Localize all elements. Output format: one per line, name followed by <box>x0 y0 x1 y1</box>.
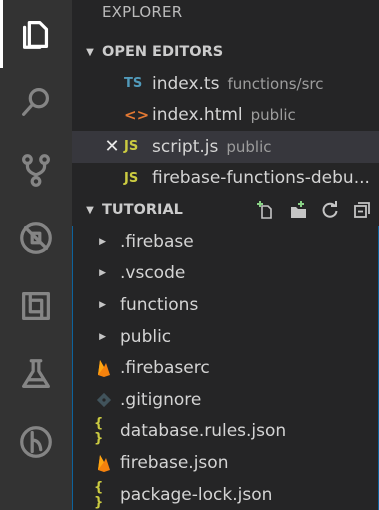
debug-button[interactable] <box>0 204 72 272</box>
open-editor-item[interactable]: JS firebase-functions-debu... <box>72 163 379 195</box>
folder-item[interactable]: ▶ .firebase <box>72 226 379 258</box>
folder-name: .firebase <box>120 231 194 252</box>
javascript-file-icon: JS <box>124 170 139 186</box>
test-button[interactable] <box>0 340 72 408</box>
explorer-sidebar: EXPLORER ▼ OPEN EDITORS TS index.ts func… <box>72 0 379 510</box>
open-editors-title: OPEN EDITORS <box>102 44 224 60</box>
open-editor-item[interactable]: TS index.ts functions/src <box>72 68 379 100</box>
open-editor-path: functions/src <box>227 74 324 93</box>
chevron-down-icon: ▼ <box>86 46 94 58</box>
refresh-icon <box>322 201 338 218</box>
file-name: .firebaserc <box>120 358 210 379</box>
file-item[interactable]: .firebaserc <box>72 352 379 384</box>
close-icon[interactable]: ✕ <box>100 136 124 157</box>
file-name: .gitignore <box>120 389 202 410</box>
chevron-right-icon: ▶ <box>99 236 106 247</box>
remote-button[interactable] <box>0 408 72 476</box>
extensions-icon <box>22 292 50 320</box>
extensions-button[interactable] <box>0 272 72 340</box>
remote-icon <box>20 426 52 458</box>
workspace-actions <box>255 199 379 221</box>
open-editor-name: index.html <box>152 105 243 126</box>
folder-name: public <box>120 326 172 347</box>
open-editor-item-selected[interactable]: ✕ JS script.js public <box>72 131 379 163</box>
html-file-icon: <> <box>124 106 150 125</box>
file-name: firebase.json <box>120 452 229 473</box>
workspace-title: TUTORIAL <box>102 202 183 218</box>
refresh-button[interactable] <box>319 199 341 221</box>
folder-name: .vscode <box>120 263 186 284</box>
typescript-file-icon: TS <box>124 76 143 92</box>
folder-item[interactable]: ▶ public <box>72 321 379 353</box>
folder-item[interactable]: ▶ .vscode <box>72 258 379 290</box>
file-tree: ▶ .firebase ▶ .vscode ▶ functions ▶ publ… <box>72 226 379 510</box>
javascript-file-icon: JS <box>124 139 139 155</box>
explorer-title: EXPLORER <box>102 3 183 21</box>
debug-icon <box>20 222 52 254</box>
json-icon: { } <box>94 479 104 510</box>
new-folder-icon <box>291 201 306 218</box>
open-editors-header[interactable]: ▼ OPEN EDITORS <box>72 36 379 68</box>
file-item[interactable]: .gitignore <box>72 384 379 416</box>
files-icon <box>22 20 49 49</box>
open-editor-path: public <box>226 137 272 156</box>
chevron-right-icon: ▶ <box>99 268 106 279</box>
file-name: database.rules.json <box>120 421 287 442</box>
source-control-button[interactable] <box>0 136 72 204</box>
file-name: package-lock.json <box>120 484 273 505</box>
activity-bar <box>0 0 72 510</box>
collapse-all-button[interactable] <box>351 199 373 221</box>
folder-name: functions <box>120 294 199 315</box>
open-editor-item[interactable]: <> index.html public <box>72 100 379 132</box>
open-editor-path: public <box>250 106 296 125</box>
new-file-icon <box>257 201 272 219</box>
file-item[interactable]: { } database.rules.json <box>72 416 379 448</box>
collapse-all-icon <box>354 202 370 218</box>
workspace-header[interactable]: ▼ TUTORIAL <box>72 194 379 226</box>
search-icon <box>22 88 50 116</box>
open-editor-name: script.js <box>152 136 219 157</box>
firebase-icon <box>94 359 114 378</box>
chevron-down-icon: ▼ <box>86 204 94 216</box>
test-flask-icon <box>22 359 50 388</box>
open-editor-name: index.ts <box>152 73 220 94</box>
source-control-icon <box>22 154 50 187</box>
json-icon: { } <box>94 416 104 447</box>
folder-item[interactable]: ▶ functions <box>72 289 379 321</box>
firebase-icon <box>94 454 114 472</box>
file-item[interactable]: { } package-lock.json <box>72 479 379 510</box>
chevron-right-icon: ▶ <box>99 331 106 342</box>
git-icon <box>94 392 114 408</box>
file-item[interactable]: firebase.json <box>72 447 379 479</box>
open-editor-name: firebase-functions-debu... <box>152 168 370 189</box>
explorer-button[interactable] <box>0 0 72 68</box>
search-button[interactable] <box>0 68 72 136</box>
new-folder-button[interactable] <box>287 199 309 221</box>
vscode-window: EXPLORER ▼ OPEN EDITORS TS index.ts func… <box>0 0 379 510</box>
chevron-right-icon: ▶ <box>99 299 106 310</box>
new-file-button[interactable] <box>255 199 277 221</box>
